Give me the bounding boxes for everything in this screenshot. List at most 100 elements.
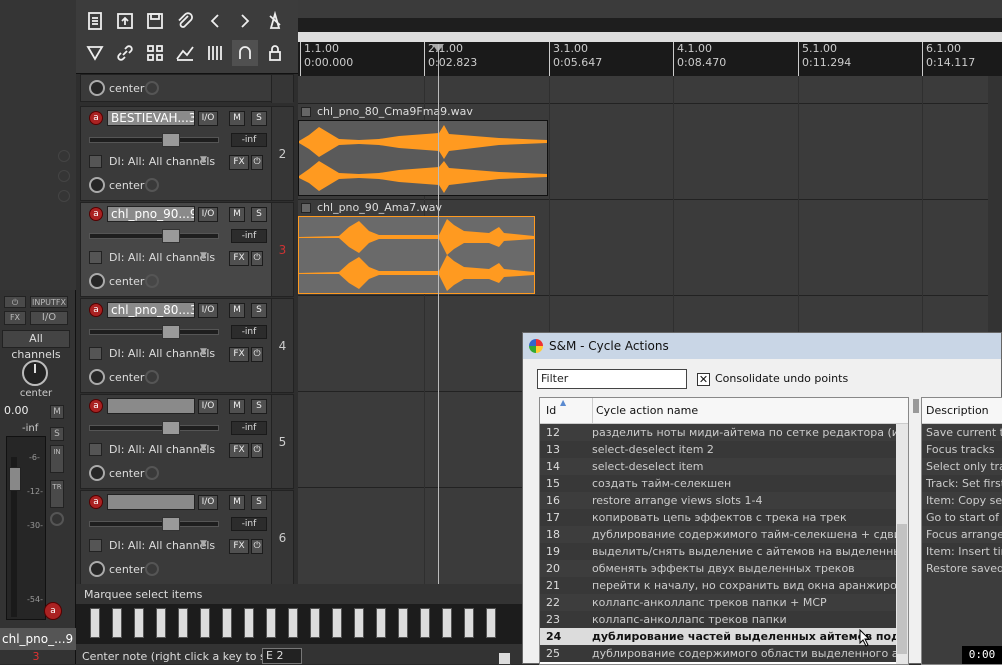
metronome-icon[interactable] [262,8,288,34]
piano-key[interactable] [398,608,408,638]
mixer-track-name[interactable]: chl_pno_...9 [0,628,76,650]
fx-button[interactable]: FX [229,347,249,362]
pan-knob[interactable] [89,561,105,577]
solo-button[interactable]: S [251,399,267,414]
piano-key[interactable] [178,608,188,638]
mixer-solo-button[interactable]: S [50,427,64,441]
piano-key[interactable] [134,608,144,638]
undo-icon[interactable] [202,8,228,34]
mute-button[interactable]: M [229,495,245,510]
width-knob[interactable] [145,81,159,95]
track-row[interactable]: a I/O M S -inf DI: All: All channels ▼ F… [80,490,294,585]
track-name[interactable]: BESTIEVAH...3 [107,110,195,126]
solo-button[interactable]: S [251,111,267,126]
solo-button[interactable]: S [251,495,267,510]
snap-icon[interactable] [202,40,228,66]
open-project-icon[interactable] [112,8,138,34]
fx-button[interactable]: FX [229,443,249,458]
io-button[interactable]: I/O [198,399,218,414]
volume-fader-thumb[interactable] [162,133,180,147]
envelope-button[interactable] [89,155,102,168]
piano-key[interactable] [486,608,496,638]
mute-button[interactable]: M [229,399,245,414]
list-item[interactable]: 25 дублирование содержимого области выдел… [540,645,908,662]
pan-knob[interactable] [89,369,105,385]
description-item[interactable]: Restore saved t [922,560,1002,577]
list-item[interactable]: 19 выделить/снять выделение с айтемов на … [540,543,908,560]
piano-keyboard[interactable] [76,604,522,644]
io-button[interactable]: I/O [198,207,218,222]
filter-input[interactable]: Filter [537,369,687,389]
piano-key[interactable] [354,608,364,638]
volume-fader-thumb[interactable] [162,325,180,339]
pan-knob[interactable] [89,80,105,96]
media-item-selected[interactable]: chl_pno_90_Ama7.wav [298,201,535,294]
piano-key[interactable] [112,608,122,638]
piano-key[interactable] [420,608,430,638]
envelope-button[interactable] [89,443,102,456]
pan-knob[interactable] [89,273,105,289]
volume-fader[interactable] [89,133,219,147]
width-knob[interactable] [145,370,159,384]
fx-bypass-button[interactable]: ⏻ [251,539,263,554]
mixer-phase-ring[interactable] [50,512,64,526]
description-list[interactable]: Description Save current tra Focus track… [921,397,1002,665]
list-item[interactable]: 17 копировать цепь эффектов с трека на тр… [540,509,908,526]
mixer-input-channels[interactable]: All channels [2,330,70,361]
mixer-phase-button[interactable]: ⏻ [4,296,26,308]
column-header-name[interactable]: Cycle action name [596,404,698,417]
cycle-actions-list[interactable]: Id ▲ Cycle action name 12 разделить ноты … [539,397,909,665]
volume-fader[interactable] [89,517,219,531]
track-name[interactable] [107,494,195,510]
description-item[interactable]: Item: Insert tim [922,543,1002,560]
list-scrollbar-thumb[interactable] [897,524,907,654]
envelope-button[interactable] [89,251,102,264]
column-header-description[interactable]: Description [926,404,989,417]
description-item[interactable]: Focus arrange [922,526,1002,543]
fx-button[interactable]: FX [229,539,249,554]
list-item[interactable]: 15 создать тайм-селекшен [540,475,908,492]
piano-key[interactable] [442,608,452,638]
dialog-titlebar[interactable]: S&M - Cycle Actions [523,333,1001,359]
volume-fader-thumb[interactable] [162,229,180,243]
media-item[interactable]: chl_pno_80_Cma9Fma9.wav [298,105,548,196]
io-button[interactable]: I/O [198,303,218,318]
record-arm-button[interactable]: a [89,207,103,221]
list-item[interactable]: 18 дублирование содержимого тайм-селекшен… [540,526,908,543]
volume-fader-thumb[interactable] [162,421,180,435]
list-item[interactable]: 22 коллапс-анколлапс треков папки + МСР [540,594,908,611]
pan-knob[interactable] [89,177,105,193]
piano-key[interactable] [200,608,210,638]
fx-bypass-button[interactable]: ⏻ [251,443,263,458]
envelope-button[interactable] [89,347,102,360]
mixer-mute-button[interactable]: M [50,405,64,419]
timeline-ruler[interactable]: 1.1.00 0:00.000 2.1.00 0:02.823 3.1.00 0:05… [298,42,1002,76]
mixer-trim-button[interactable]: TR [50,480,64,508]
io-button[interactable]: I/O [198,111,218,126]
list-item[interactable]: 12 разделить ноты миди-айтема по сетке ре… [540,424,908,441]
consolidate-undo-checkbox[interactable]: ✕ [697,373,710,386]
track-row[interactable]: a chl_pno_90...9 I/O M S -inf DI: All: A… [80,202,294,297]
fx-bypass-button[interactable]: ⏻ [251,251,263,266]
solo-button[interactable]: S [251,207,267,222]
piano-key[interactable] [310,608,320,638]
piano-key[interactable] [90,608,100,638]
new-project-icon[interactable] [82,8,108,34]
fx-button[interactable]: FX [229,155,249,170]
description-item[interactable]: Select only track [922,458,1002,475]
splitter-handle[interactable] [913,399,919,413]
list-item-selected[interactable]: 24 дублирование частей выделенных айтемов… [540,628,908,645]
track-name[interactable]: chl_pno_90...9 [107,206,195,222]
mute-button[interactable]: M [229,303,245,318]
list-item[interactable]: 23 коллапс-анколлапс треков папки [540,611,908,628]
width-knob[interactable] [145,178,159,192]
mixer-io-button[interactable]: I/O [30,311,68,325]
description-item[interactable]: Item: Copy sele [922,492,1002,509]
track-lane[interactable] [298,76,1002,104]
envelope-icon[interactable] [172,40,198,66]
piano-key[interactable] [266,608,276,638]
volume-fader-thumb[interactable] [162,517,180,531]
pan-knob[interactable] [89,465,105,481]
description-item[interactable]: Save current tra [922,424,1002,441]
width-knob[interactable] [145,466,159,480]
